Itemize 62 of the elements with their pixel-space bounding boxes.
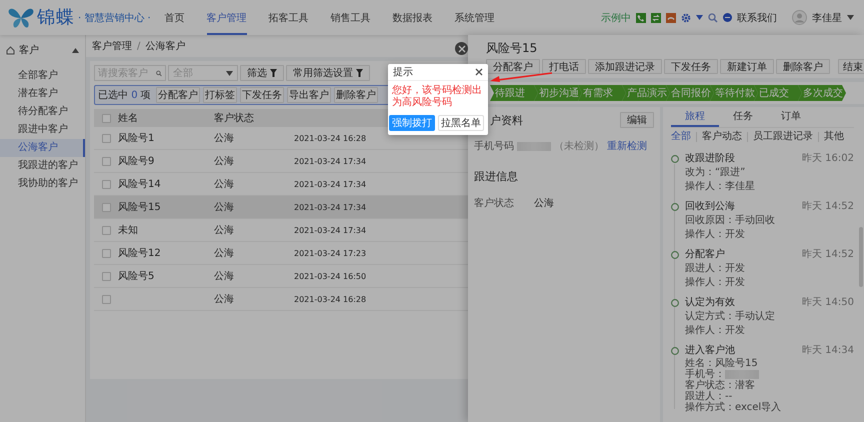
table-cell: 风险号9 [118, 156, 154, 167]
event-time: 昨天 14:52 [802, 200, 854, 214]
table-cell: 风险号15 [118, 202, 161, 213]
event-detail: 操作人：开发 [685, 276, 745, 290]
table-cell: 公海 [214, 156, 234, 167]
event-time: 昨天 16:02 [802, 152, 854, 166]
event-detail: 改为：“跟进” [685, 166, 746, 180]
event-detail: 操作人：开发 [685, 324, 745, 338]
event-time: 昨天 14:52 [802, 248, 854, 262]
event-title: 进入客户池 [685, 344, 735, 358]
dialog-title: 提示 [393, 66, 413, 79]
table-cell: 公海 [214, 225, 234, 236]
logo-subtitle: · 智慧营销中心 · [78, 12, 151, 24]
event-detail: 客户状态：潜客 [685, 380, 755, 391]
table-cell: 风险号12 [118, 248, 161, 259]
table-cell: 公海 [214, 179, 234, 190]
event-time: 昨天 14:50 [802, 296, 854, 310]
logo-text: 锦蝶 [37, 8, 75, 28]
field-label: 手机号码 [474, 140, 514, 153]
field-label: 客户状态 [474, 196, 514, 210]
event-detail: 回收原因：手动回收 [685, 214, 775, 228]
table-cell: 2021-03-24 17:34 [294, 202, 366, 212]
table-cell: 2021-03-24 16:28 [294, 134, 366, 142]
selection-count-text: 已选中 0 项 [98, 88, 151, 102]
table-cell: 公海 [214, 294, 234, 305]
table-cell: 2021-03-24 16:28 [294, 294, 366, 304]
event-title: 改跟进阶段 [685, 152, 735, 166]
table-cell: 2021-03-24 17:23 [294, 248, 366, 258]
breadcrumb-separator: / [137, 40, 140, 52]
table-cell: 公海 [214, 133, 234, 144]
event-detail: 操作人：开发 [685, 228, 745, 242]
dialog-message: 您好，该号码检测出为高风险号码 [391, 84, 483, 110]
event-title: 分配客户 [685, 248, 725, 262]
table-cell: 风险号5 [118, 271, 154, 282]
section-title: 跟进信息 [474, 169, 519, 184]
table-cell: 未知 [118, 225, 138, 236]
table-cell: 公海 [214, 202, 234, 213]
event-detail: 跟进人：-- [685, 391, 732, 402]
event-detail: 手机号： [685, 369, 725, 380]
event-detail: 认定方式：手动认定 [685, 310, 775, 324]
table-cell: 风险号14 [118, 179, 161, 190]
table-cell: 2021-03-24 17:34 [294, 156, 366, 166]
event-detail: 跟进人：开发 [685, 262, 745, 276]
field-value: 公海 [534, 197, 554, 210]
event-title: 回收到公海 [685, 200, 735, 214]
customer-name: 风险号15 [486, 41, 538, 55]
table-cell: 2021-03-24 16:50 [294, 272, 366, 280]
table-cell: 2021-03-24 17:34 [294, 226, 366, 234]
event-time: 昨天 14:34 [802, 344, 854, 358]
event-detail: 操作人：李佳星 [685, 180, 755, 194]
column-header: 客户状态 [214, 112, 255, 125]
column-header: 姓名 [118, 112, 139, 125]
table-cell: 公海 [214, 271, 234, 282]
table-cell: 风险号1 [118, 133, 154, 144]
event-detail: 姓名：风险号15 [685, 358, 758, 369]
table-cell: 公海 [214, 248, 234, 259]
event-detail: 操作方式：excel导入 [685, 402, 782, 413]
demo-status-label: 示例中 [601, 12, 631, 24]
table-cell: 2021-03-24 17:34 [294, 180, 366, 188]
status-note: （未检测） [554, 140, 604, 153]
event-title: 认定为有效 [685, 296, 735, 310]
section-title: 户资料 [490, 112, 523, 128]
